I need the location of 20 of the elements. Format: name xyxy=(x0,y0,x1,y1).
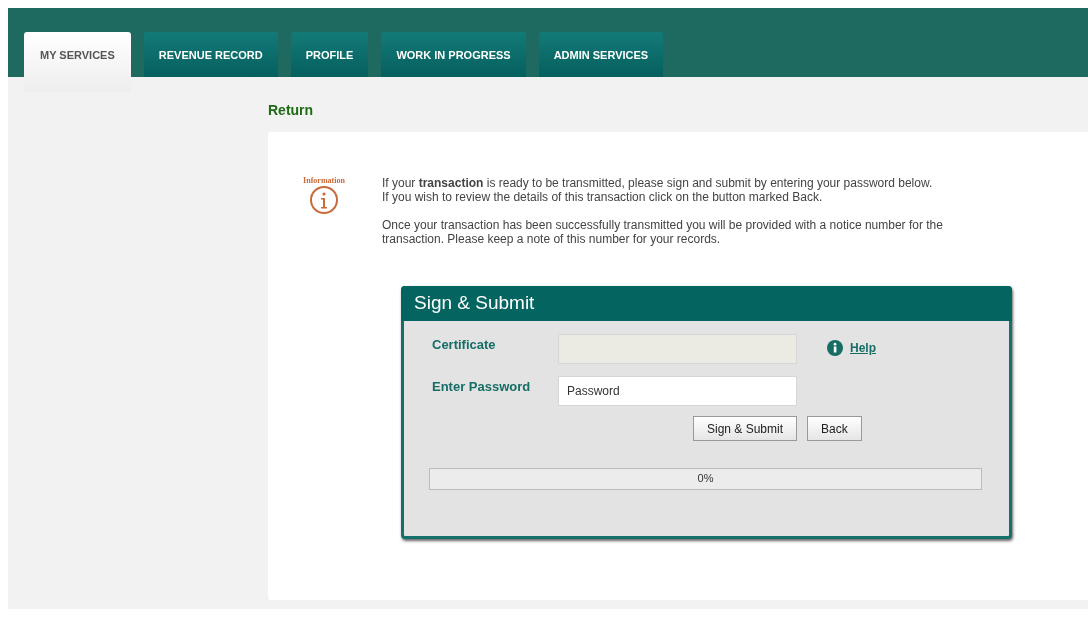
info-text: Once your transaction has been successfully transmitted you will be provided with a notice number for the transaction. Please keep a note of this number for your records. xyxy=(382,218,944,246)
info-text: If your transaction is ready to be transmitted, please sign and submit by entering your password below. xyxy=(382,176,934,190)
info-icon xyxy=(309,185,339,215)
info-text: If you wish to review the details of this transaction click on the button marked Back. xyxy=(382,190,824,204)
password-field[interactable]: Password xyxy=(558,376,797,406)
tab[interactable]: MY SERVICES xyxy=(24,32,131,92)
info-icon xyxy=(827,340,843,356)
page-title: Return xyxy=(268,102,314,118)
field-label: Enter Password xyxy=(432,378,532,394)
info-label: Information xyxy=(303,176,345,185)
progress-reading: 0% xyxy=(696,472,715,484)
action-button[interactable]: Sign & Submit xyxy=(693,416,798,441)
tab[interactable]: ADMIN SERVICES xyxy=(538,32,664,77)
tab[interactable]: PROFILE xyxy=(290,32,369,77)
help-link[interactable]: Help xyxy=(850,341,876,355)
action-button[interactable]: Back xyxy=(807,416,862,441)
field-label: Certificate xyxy=(432,336,497,352)
tab[interactable]: WORK IN PROGRESS xyxy=(381,32,526,77)
tab[interactable]: REVENUE RECORD xyxy=(143,32,278,77)
panel-title: Sign & Submit xyxy=(401,286,1012,321)
